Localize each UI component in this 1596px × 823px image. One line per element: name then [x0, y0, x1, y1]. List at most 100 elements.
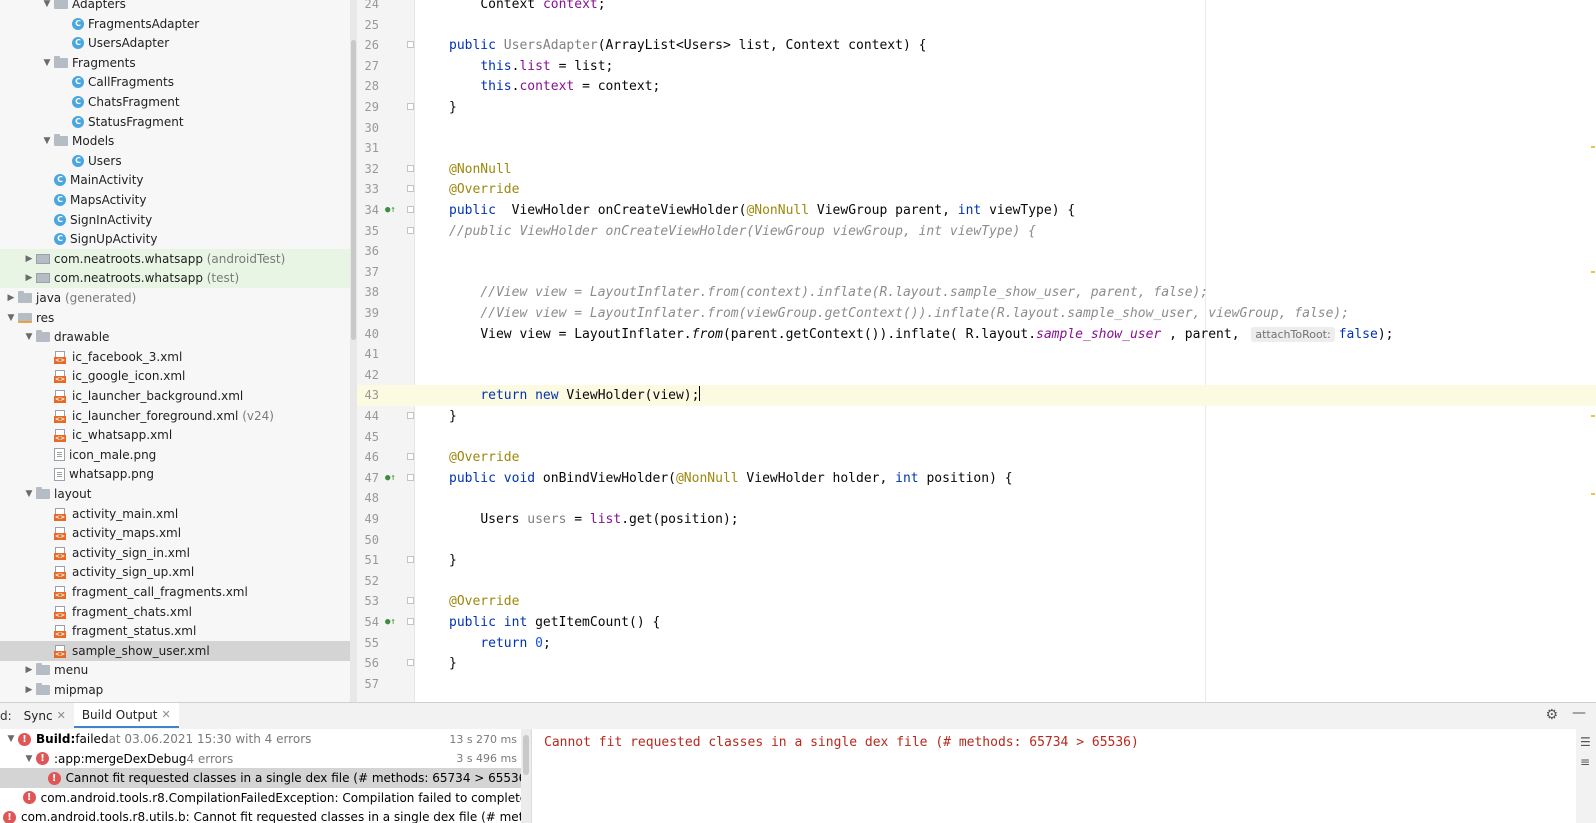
tree-item[interactable]: sample_show_user.xml — [0, 640, 350, 661]
tree-item[interactable]: activity_sign_in.xml — [0, 543, 350, 563]
code-line[interactable]: 50 — [357, 530, 1596, 551]
code-line[interactable]: 48 — [357, 488, 1596, 509]
code-line[interactable]: 55 return 0; — [357, 633, 1596, 654]
code-line[interactable]: 53 @Override — [357, 591, 1596, 612]
code-line[interactable]: 29} — [357, 97, 1596, 118]
code-line[interactable]: 54 ●↑ public int getItemCount() { — [357, 612, 1596, 633]
code-line[interactable]: 25 — [357, 15, 1596, 36]
code-line[interactable]: 41 — [357, 344, 1596, 365]
tree-item[interactable]: ▼ drawable — [0, 327, 350, 347]
fold-marker-icon[interactable] — [407, 164, 414, 172]
tree-item[interactable]: whatsapp.png — [0, 464, 350, 484]
tree-item[interactable]: activity_sign_up.xml — [0, 562, 350, 582]
fold-marker-icon[interactable] — [407, 226, 414, 234]
tree-item[interactable]: ▼ Models — [0, 131, 350, 151]
warning-stripe-mark[interactable] — [1591, 493, 1595, 495]
fold-marker-icon[interactable] — [407, 103, 414, 110]
chevron-down-icon[interactable]: ▼ — [4, 313, 18, 323]
tree-item[interactable]: ic_launcher_foreground.xml (v24) — [0, 406, 350, 426]
override-gutter-icon[interactable]: ●↑ — [385, 617, 396, 627]
tree-item[interactable]: C MainActivity — [0, 170, 350, 190]
fold-marker-icon[interactable] — [407, 597, 414, 605]
code-line[interactable]: 42 — [357, 365, 1596, 386]
code-line[interactable]: 35 //public ViewHolder onCreateViewHolder… — [357, 221, 1596, 242]
code-line[interactable]: 47 ●↑ public void onBindViewHolder(@NonNul… — [357, 468, 1596, 489]
fold-marker-icon[interactable] — [407, 473, 414, 481]
code-line[interactable]: 56} — [357, 653, 1596, 674]
code-editor[interactable]: 24 Context context; 25 26 public UsersAdapt… — [357, 0, 1596, 702]
override-gutter-icon[interactable]: ●↑ — [385, 205, 396, 215]
chevron-down-icon[interactable]: ▼ — [40, 136, 54, 146]
build-tree-row[interactable]: ! com.android.tools.r8.utils.b: Cannot fi… — [0, 807, 531, 823]
build-tree-row[interactable]: ▼! Build: failed at 03.06.2021 15:30 with… — [0, 729, 531, 749]
code-line[interactable]: 40 View view = LayoutInflater.from(paren… — [357, 324, 1596, 345]
tree-item[interactable]: C SignUpActivity — [0, 229, 350, 249]
build-tree-scrollbar[interactable] — [521, 729, 531, 823]
tree-item[interactable]: ▶ mipmap — [0, 680, 350, 700]
tree-item[interactable]: C StatusFragment — [0, 112, 350, 132]
tab-build-output[interactable]: Build Output ✕ — [73, 703, 179, 728]
code-line[interactable]: 38 //View view = LayoutInflater.from(con… — [357, 282, 1596, 303]
build-console[interactable]: Cannot fit requested classes in a single… — [531, 729, 1577, 823]
tree-item[interactable]: ▶ menu — [0, 660, 350, 680]
tree-item[interactable]: icon_male.png — [0, 445, 350, 465]
tree-item[interactable]: fragment_call_fragments.xml — [0, 582, 350, 602]
tree-item[interactable]: C FragmentsAdapter — [0, 14, 350, 34]
tree-item[interactable]: activity_maps.xml — [0, 523, 350, 543]
project-tree-scroll-thumb[interactable] — [351, 40, 356, 340]
code-line[interactable]: 49 Users users = list.get(position); — [357, 509, 1596, 530]
fold-marker-icon[interactable] — [407, 453, 414, 461]
override-gutter-icon[interactable]: ●↑ — [385, 473, 396, 483]
code-line[interactable]: 43 return new ViewHolder(view); — [357, 385, 1596, 407]
code-line[interactable]: 33 @Override — [357, 179, 1596, 200]
tree-item[interactable]: fragment_status.xml — [0, 621, 350, 641]
build-tree-row[interactable]: ! Cannot fit requested classes in a singl… — [0, 768, 531, 789]
tree-item[interactable]: ic_facebook_3.xml — [0, 347, 350, 367]
chevron-down-icon[interactable]: ▼ — [22, 489, 36, 499]
scroll-to-end-icon[interactable]: ≡ — [1580, 755, 1590, 769]
code-line[interactable]: 52 — [357, 571, 1596, 592]
code-line[interactable]: 28 this.context = context; — [357, 76, 1596, 97]
fold-marker-icon[interactable] — [407, 206, 414, 213]
tree-item[interactable]: C MapsActivity — [0, 190, 350, 210]
tree-item[interactable]: ▶ java (generated) — [0, 288, 350, 308]
tree-item[interactable]: C CallFragments — [0, 72, 350, 92]
chevron-down-icon[interactable]: ▼ — [4, 734, 18, 744]
fold-marker-icon[interactable] — [407, 412, 414, 419]
chevron-right-icon[interactable]: ▶ — [4, 293, 18, 303]
chevron-right-icon[interactable]: ▶ — [22, 665, 36, 675]
fold-marker-icon[interactable] — [407, 41, 414, 49]
code-line[interactable]: 51} — [357, 550, 1596, 571]
build-tree-row[interactable]: ▼!:app:mergeDexDebug 4 errors 3 s 496 ms — [0, 749, 531, 769]
tree-item[interactable]: C UsersAdapter — [0, 33, 350, 53]
code-line[interactable]: 36 — [357, 241, 1596, 262]
fold-marker-icon[interactable] — [407, 659, 414, 667]
code-line[interactable]: 37 — [357, 262, 1596, 283]
tree-item[interactable]: ic_whatsapp.xml — [0, 425, 350, 445]
fold-marker-icon[interactable] — [407, 185, 414, 193]
build-tree-scroll-thumb[interactable] — [523, 735, 529, 775]
code-line[interactable]: 30 — [357, 118, 1596, 139]
chevron-right-icon[interactable]: ▶ — [22, 254, 36, 264]
chevron-right-icon[interactable]: ▶ — [22, 273, 36, 283]
chevron-down-icon[interactable]: ▼ — [40, 0, 54, 9]
code-line[interactable]: 45 — [357, 427, 1596, 448]
code-line[interactable]: 31 — [357, 138, 1596, 159]
tree-item[interactable]: C ChatsFragment — [0, 92, 350, 112]
tree-item[interactable]: ▼ Fragments — [0, 53, 350, 73]
tree-item[interactable]: C Users — [0, 151, 350, 171]
code-line[interactable]: 39 //View view = LayoutInflater.from(vie… — [357, 303, 1596, 324]
chevron-down-icon[interactable]: ▼ — [22, 332, 36, 342]
tree-item[interactable]: ic_launcher_background.xml — [0, 386, 350, 406]
code-line[interactable]: 32 @NonNull — [357, 159, 1596, 180]
code-line[interactable]: 44} — [357, 406, 1596, 427]
tree-item[interactable]: activity_main.xml — [0, 504, 350, 524]
warning-stripe-mark[interactable] — [1591, 271, 1595, 273]
tree-item[interactable]: C SignInActivity — [0, 210, 350, 230]
tree-item[interactable]: fragment_chats.xml — [0, 602, 350, 622]
minimize-icon[interactable]: — — [1572, 705, 1586, 721]
tree-item[interactable]: ic_google_icon.xml — [0, 366, 350, 386]
tree-item[interactable]: ▶ com.neatroots.whatsapp (test) — [0, 268, 350, 289]
warning-stripe-mark[interactable] — [1591, 146, 1595, 148]
code-line[interactable]: 24 Context context; — [357, 0, 1596, 15]
